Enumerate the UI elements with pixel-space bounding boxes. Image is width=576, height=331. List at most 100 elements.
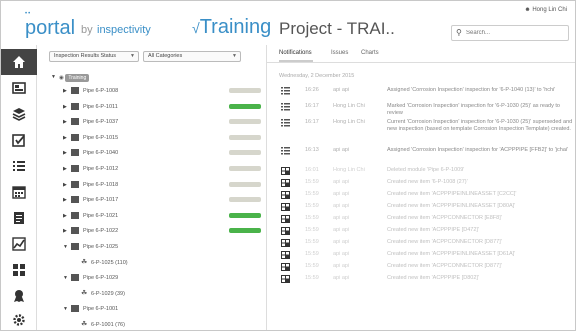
grid-icon bbox=[281, 179, 290, 187]
logo-company: inspectivity bbox=[97, 24, 151, 36]
tree-root-label: Training bbox=[65, 74, 90, 82]
tree-row-label: Pipe 6-P-1021 bbox=[83, 212, 119, 219]
progress-bar bbox=[229, 134, 261, 140]
status-filter-value: Inspection Results Status bbox=[54, 53, 117, 59]
tree-row[interactable]: ▶ Pipe 6-P-1011 bbox=[37, 101, 267, 113]
progress-bar bbox=[229, 119, 261, 125]
expand-down-icon[interactable]: ▼ bbox=[63, 244, 68, 250]
settings-icon bbox=[13, 314, 25, 326]
project-title: Project - TRAI.. bbox=[279, 19, 395, 38]
tree-row[interactable]: ▼ Pipe 6-P-1025 bbox=[37, 241, 267, 253]
award-icon bbox=[14, 290, 24, 302]
tree-row[interactable]: ▶ Pipe 6-P-1021 bbox=[37, 210, 267, 222]
log-time: 15:59 bbox=[305, 203, 319, 209]
tree-row-label: 6-P-1025 (110) bbox=[91, 259, 128, 266]
tab-notifications[interactable]: Notifications bbox=[279, 50, 312, 56]
grid-icon bbox=[281, 191, 290, 199]
tree-row[interactable]: ☘ 6-P-1025 (110) bbox=[37, 257, 267, 269]
tree-row-label: Pipe 6-P-1018 bbox=[83, 181, 119, 188]
nav-document[interactable] bbox=[1, 205, 37, 231]
log-time: 15:59 bbox=[305, 191, 319, 197]
tree-row-label: Pipe 6-P-1017 bbox=[83, 197, 119, 204]
tree-row[interactable]: ▶ Pipe 6-P-1040 bbox=[37, 147, 267, 159]
chart-icon bbox=[12, 237, 26, 251]
category-filter-value: All Categories bbox=[148, 53, 183, 59]
log-msg: Created new item 'ACPPPIPEINLINEASSET [D… bbox=[387, 203, 516, 209]
nav-list[interactable] bbox=[1, 153, 37, 179]
pipe-icon bbox=[71, 133, 79, 141]
tree-row[interactable]: ☘ 6-P-1001 (76) bbox=[37, 319, 267, 330]
log-time: 15:59 bbox=[305, 239, 319, 245]
tree-row[interactable]: ▶ Pipe 6-P-1037 bbox=[37, 116, 267, 128]
search-box[interactable]: ⚲ bbox=[451, 25, 569, 41]
pipe-icon bbox=[71, 165, 79, 172]
list-icon bbox=[281, 87, 290, 95]
grid-icon bbox=[281, 167, 290, 175]
expand-right-icon[interactable]: ▶ bbox=[63, 104, 67, 110]
expand-right-icon[interactable]: ▶ bbox=[63, 88, 67, 94]
nav-layers[interactable] bbox=[1, 101, 37, 127]
tree-row[interactable]: ▶ Pipe 6-P-1012 bbox=[37, 163, 267, 175]
chevron-down-icon: ▼ bbox=[130, 53, 135, 59]
expand-right-icon[interactable]: ▶ bbox=[63, 182, 67, 188]
nav-chart[interactable] bbox=[1, 231, 37, 257]
list-icon bbox=[281, 147, 290, 155]
sidebar-nav bbox=[1, 45, 37, 330]
tree-row[interactable]: ▶ Pipe 6-P-1017 bbox=[37, 194, 267, 206]
status-filter-select[interactable]: Inspection Results Status ▼ bbox=[49, 51, 139, 62]
layers-icon bbox=[12, 108, 26, 121]
user-menu[interactable]: ☻ Hong Lin Chi bbox=[524, 7, 567, 13]
log-user: api api bbox=[333, 227, 350, 233]
nav-settings[interactable] bbox=[1, 307, 37, 330]
tree-row[interactable]: ☘ 6-P-1029 (39) bbox=[37, 288, 267, 300]
grid-icon bbox=[281, 215, 290, 223]
expand-right-icon[interactable]: ▶ bbox=[63, 197, 67, 203]
tree-row-label: Pipe 6-P-1022 bbox=[83, 228, 119, 235]
logo-portal[interactable]: portal bbox=[25, 17, 75, 40]
nav-grid[interactable] bbox=[1, 257, 37, 283]
tree-root[interactable]: ▼ ◉ Training bbox=[37, 71, 267, 83]
log-user: api api bbox=[333, 251, 350, 257]
user-icon: ☻ bbox=[524, 7, 531, 13]
tree-row[interactable]: ▶ Pipe 6-P-1015 bbox=[37, 132, 267, 144]
nav-award[interactable] bbox=[1, 283, 37, 309]
expand-right-icon[interactable]: ▶ bbox=[63, 119, 67, 125]
tree-row-label: Pipe 6-P-1001 bbox=[83, 306, 119, 313]
expand-right-icon[interactable]: ▶ bbox=[63, 228, 67, 234]
document-icon bbox=[14, 212, 24, 224]
log-user: Hong Lin Chi bbox=[333, 103, 365, 109]
expand-down-icon[interactable]: ▼ bbox=[63, 275, 68, 281]
expand-right-icon[interactable]: ▶ bbox=[63, 213, 67, 219]
grid-icon bbox=[281, 227, 290, 235]
tree-row[interactable]: ▶ Pipe 6-P-1008 bbox=[37, 85, 267, 97]
tab-issues[interactable]: Issues bbox=[331, 50, 348, 56]
nav-calendar[interactable] bbox=[1, 179, 37, 205]
expand-down-icon[interactable]: ▼ bbox=[63, 306, 68, 312]
expand-right-icon[interactable]: ▶ bbox=[63, 135, 67, 141]
expand-down-icon[interactable]: ▼ bbox=[51, 74, 56, 80]
tree-row[interactable]: ▼ Pipe 6-P-1029 bbox=[37, 272, 267, 284]
tree-row-label: 6-P-1029 (39) bbox=[91, 290, 125, 297]
log-user: Hong Lin Chi bbox=[333, 119, 365, 125]
tree-row-label: Pipe 6-P-1025 bbox=[83, 244, 119, 250]
list-icon bbox=[281, 119, 290, 127]
log-user: api api bbox=[333, 191, 350, 197]
log-time: 16:01 bbox=[305, 167, 319, 173]
category-filter-select[interactable]: All Categories ▼ bbox=[143, 51, 241, 62]
tree-row[interactable]: ▶ Pipe 6-P-1022 bbox=[37, 225, 267, 237]
nav-dashboard[interactable] bbox=[1, 75, 37, 101]
activity-tabs: Notifications Issues Charts bbox=[267, 45, 575, 63]
expand-right-icon[interactable]: ▶ bbox=[63, 150, 67, 156]
nav-home[interactable] bbox=[1, 49, 37, 75]
tree-row[interactable]: ▶ Pipe 6-P-1018 bbox=[37, 179, 267, 191]
tree-pane: Inspection Results Status ▼ All Categori… bbox=[37, 45, 267, 330]
expand-right-icon[interactable]: ▶ bbox=[63, 166, 67, 172]
progress-bar bbox=[229, 228, 261, 234]
module-title[interactable]: √Training bbox=[192, 16, 271, 39]
log-msg: Assigned 'Corrosion Inspection' inspecti… bbox=[387, 87, 556, 93]
nav-checklist[interactable] bbox=[1, 127, 37, 153]
tab-charts[interactable]: Charts bbox=[361, 50, 379, 56]
search-input[interactable] bbox=[466, 28, 566, 38]
tree-row[interactable]: ▼ Pipe 6-P-1001 bbox=[37, 303, 267, 315]
tree-row-label: Pipe 6-P-1008 bbox=[83, 88, 119, 94]
